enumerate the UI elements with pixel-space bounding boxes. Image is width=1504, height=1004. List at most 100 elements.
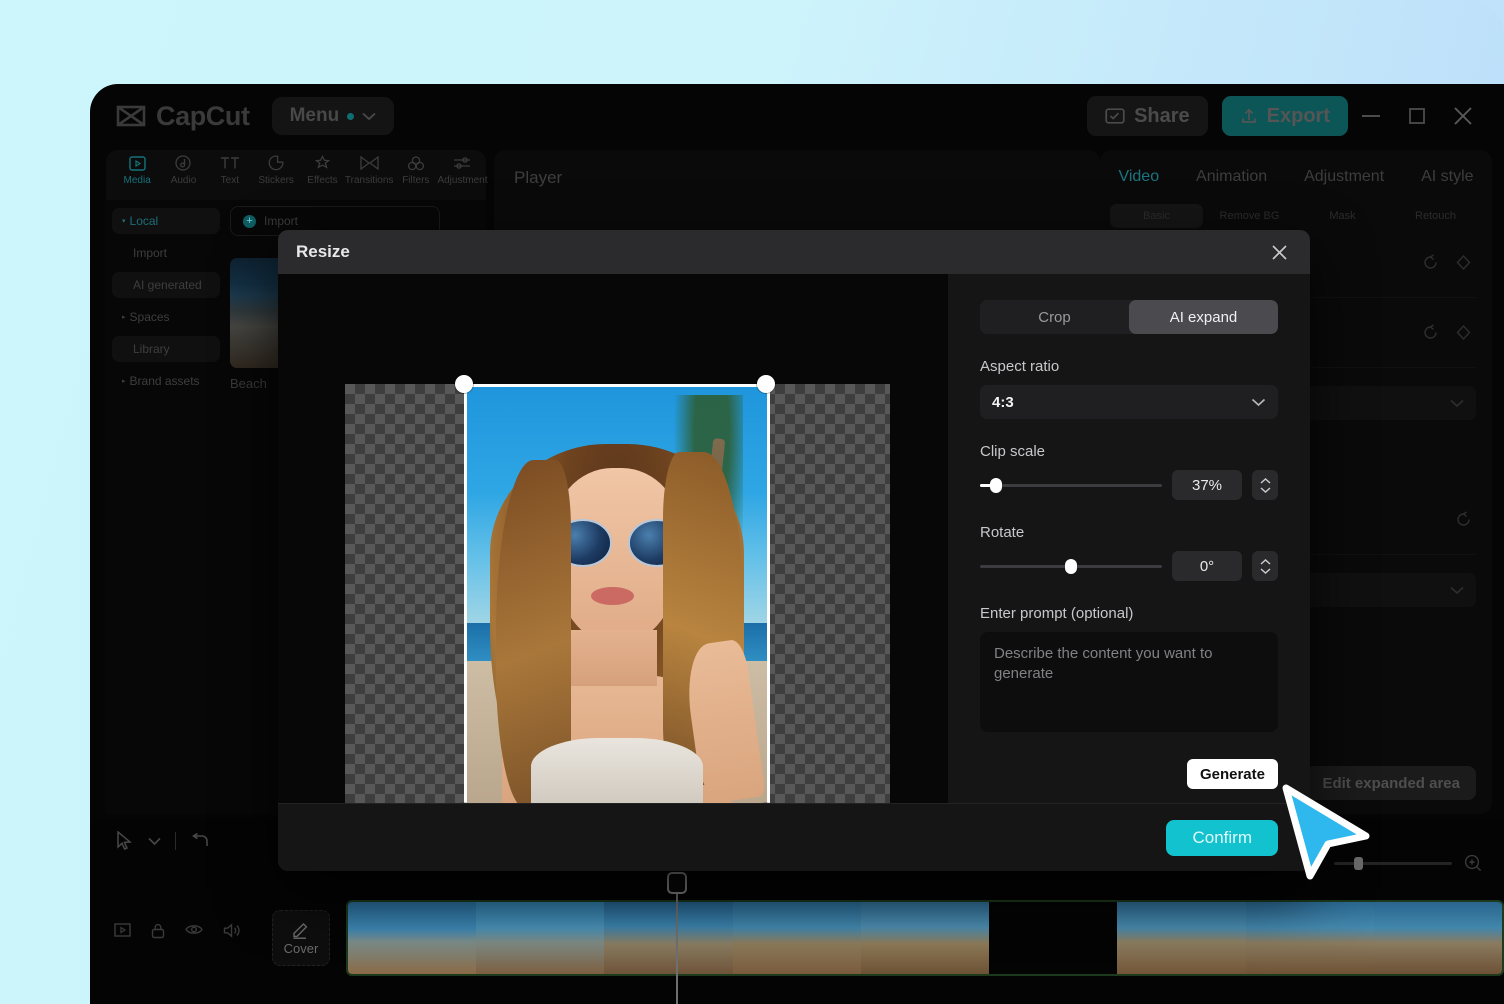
timeline-track-controls [114,923,241,939]
sidebar-item-spaces[interactable]: ▸ Spaces [112,304,220,330]
tool-label: Audio [171,175,197,186]
cover-label: Cover [284,941,319,956]
sidebar-item-import[interactable]: Import [112,240,220,266]
rotate-value[interactable]: 0° [1172,551,1242,581]
person-lips [591,587,634,605]
property-actions [1455,511,1472,528]
source-image-content [467,387,767,809]
rotate-slider[interactable] [980,565,1162,568]
keyframe-icon[interactable] [1455,324,1472,341]
minimize-button[interactable] [1348,96,1394,136]
tab-ai-expand[interactable]: AI expand [1129,300,1278,334]
share-icon [1105,107,1125,125]
menu-notification-dot [347,113,354,120]
aspect-ratio-label: Aspect ratio [980,358,1278,375]
clip-scale-slider[interactable] [980,484,1162,487]
tab-video[interactable]: Video [1118,168,1159,186]
rotate-stepper[interactable] [1252,551,1278,581]
resize-options-panel: Crop AI expand Aspect ratio 4:3 Clip sca… [948,274,1310,803]
maximize-button[interactable] [1394,96,1440,136]
dialog-footer: Confirm [278,803,1310,871]
tool-transitions[interactable]: Transitions [346,150,393,186]
edit-pencil-icon [291,921,311,939]
prompt-textarea[interactable]: Describe the content you want to generat… [980,632,1278,732]
tool-adjustment[interactable]: Adjustment [439,150,486,186]
stepper-up-icon [1260,559,1271,565]
timeline-clip[interactable] [346,900,1504,976]
clip-frame [989,902,1117,974]
dialog-close-button[interactable] [1266,239,1292,265]
tab-ai-style[interactable]: AI style [1421,168,1473,186]
brand-name: CapCut [156,101,250,132]
clip-scale-value[interactable]: 37% [1172,470,1242,500]
timeline-playhead-handle[interactable] [667,872,687,894]
text-icon [220,154,240,172]
volume-icon[interactable] [223,923,241,938]
stepper-up-icon [1260,478,1271,484]
tool-label: Stickers [258,175,294,186]
transitions-icon [360,154,379,172]
clip-scale-stepper[interactable] [1252,470,1278,500]
adjustment-icon [453,154,471,172]
close-icon [1271,244,1288,261]
sidebar-item-library[interactable]: Library [112,336,220,362]
track-clip-icon[interactable] [114,923,131,937]
subtab-retouch[interactable]: Retouch [1389,204,1482,228]
tool-media[interactable]: Media [114,150,160,186]
zoom-in-icon[interactable] [1464,854,1482,872]
triangle-down-icon: ▾ [122,217,126,225]
chevron-down-icon[interactable] [148,837,161,846]
rotate-row: 0° [980,551,1278,581]
export-label: Export [1267,105,1330,128]
tool-text[interactable]: Text [207,150,253,186]
tab-crop[interactable]: Crop [980,300,1129,334]
tool-stickers[interactable]: Stickers [253,150,299,186]
rotate-thumb[interactable] [1065,559,1077,574]
menu-button[interactable]: Menu [272,97,395,135]
resize-stage[interactable] [345,384,890,812]
properties-sub-tabs: Basic Remove BG Mask Retouch [1110,204,1482,228]
undo-icon[interactable] [190,833,210,849]
tab-adjustment[interactable]: Adjustment [1304,168,1384,186]
export-button[interactable]: Export [1222,96,1348,136]
clip-scale-thumb[interactable] [990,478,1002,493]
confirm-button[interactable]: Confirm [1166,820,1278,856]
resize-handle-top-left[interactable] [455,375,473,393]
subtab-mask[interactable]: Mask [1296,204,1389,228]
reset-icon[interactable] [1455,511,1472,528]
source-image[interactable] [464,384,770,812]
title-bar: CapCut Menu Share Export [90,84,1504,148]
cursor-select-icon[interactable] [116,831,134,851]
property-actions [1422,324,1472,341]
tool-effects[interactable]: Effects [299,150,345,186]
tab-animation[interactable]: Animation [1196,168,1267,186]
subtab-remove-bg[interactable]: Remove BG [1203,204,1296,228]
reset-icon[interactable] [1422,324,1439,341]
tool-filters[interactable]: Filters [393,150,439,186]
audio-icon [175,154,191,172]
image-person [473,412,761,809]
share-button[interactable]: Share [1087,96,1208,136]
reset-icon[interactable] [1422,254,1439,271]
preview-canvas[interactable] [278,274,948,803]
sidebar-item-local[interactable]: ▾ Local [112,208,220,234]
cover-button[interactable]: Cover [272,910,330,966]
prompt-label: Enter prompt (optional) [980,605,1278,622]
clip-frame [1117,902,1245,974]
tool-audio[interactable]: Audio [160,150,206,186]
aspect-ratio-value: 4:3 [992,394,1014,411]
keyframe-icon[interactable] [1455,254,1472,271]
subtab-basic[interactable]: Basic [1110,204,1203,228]
aspect-ratio-select[interactable]: 4:3 [980,385,1278,419]
lock-icon[interactable] [151,923,165,939]
dialog-body: Crop AI expand Aspect ratio 4:3 Clip sca… [278,274,1310,803]
generate-button[interactable]: Generate [1187,759,1278,789]
close-window-button[interactable] [1440,96,1486,136]
sidebar-item-brand-assets[interactable]: ▸ Brand assets [112,368,220,394]
sidebar-item-ai-generated[interactable]: AI generated [112,272,220,298]
clip-frame [1246,902,1374,974]
dialog-header: Resize [278,230,1310,274]
resize-handle-top-right[interactable] [757,375,775,393]
eye-icon[interactable] [185,923,203,936]
media-icon [129,154,146,172]
